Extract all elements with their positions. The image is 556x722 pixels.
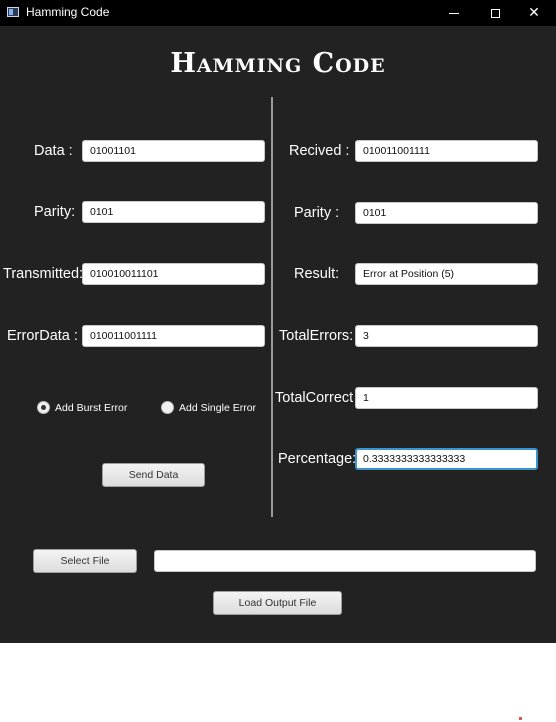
data-label: Data : [34, 143, 73, 159]
total-errors-label: TotalErrors: [279, 328, 354, 344]
close-icon: ✕ [528, 5, 540, 21]
burst-error-label: Add Burst Error [55, 401, 128, 414]
maximize-icon [490, 8, 500, 18]
close-button[interactable]: ✕ [511, 0, 556, 26]
radio-selected-icon [37, 401, 50, 414]
minimize-button[interactable] [431, 0, 477, 26]
app-icon [7, 7, 19, 17]
radio-unselected-icon [161, 401, 174, 414]
transmitted-label: Transmitted: [3, 266, 84, 282]
page-title: Hamming Code [170, 48, 386, 79]
single-error-label: Add Single Error [179, 401, 257, 414]
burst-error-radio[interactable]: Add Burst Error [37, 401, 127, 414]
parity-label: Parity: [34, 204, 76, 220]
received-label: Recived : [289, 143, 350, 159]
vertical-divider [271, 97, 273, 517]
transmitted-input[interactable]: 010010011101 [82, 263, 265, 285]
send-data-button[interactable]: Send Data [102, 463, 205, 487]
result-input[interactable]: Error at Position (5) [355, 263, 538, 285]
file-path-input[interactable] [154, 550, 536, 572]
received-input[interactable]: 010011001111 [355, 140, 538, 162]
result-label: Result: [294, 266, 340, 282]
errordata-input[interactable]: 010011001111 [82, 325, 265, 347]
percentage-input[interactable]: 0.3333333333333333 [355, 448, 538, 470]
total-correct-input[interactable]: 1 [355, 387, 538, 409]
total-correct-label: TotalCorrect [275, 390, 354, 406]
minimize-icon [449, 12, 459, 14]
parity-input[interactable]: 0101 [82, 201, 265, 223]
single-error-radio[interactable]: Add Single Error [161, 401, 256, 414]
select-file-button[interactable]: Select File [33, 549, 137, 573]
percentage-label: Percentage: [278, 451, 357, 467]
receiver-parity-label: Parity : [294, 205, 340, 221]
window-titlebar: Hamming Code ✕ [0, 0, 556, 26]
total-errors-input[interactable]: 3 [355, 325, 538, 347]
errordata-label: ErrorData : [7, 328, 78, 344]
receiver-parity-input[interactable]: 0101 [355, 202, 538, 224]
load-output-file-button[interactable]: Load Output File [213, 591, 342, 615]
data-input[interactable]: 01001101 [82, 140, 265, 162]
window-title: Hamming Code [26, 5, 110, 19]
mark [519, 717, 522, 720]
